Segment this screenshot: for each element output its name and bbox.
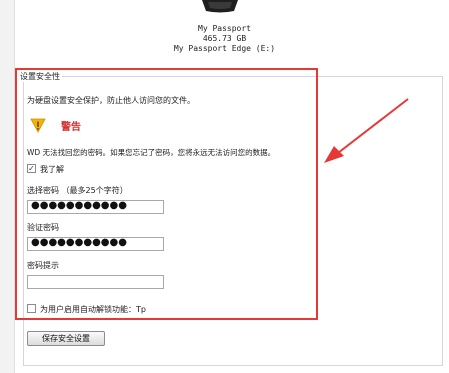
device-info: My Passport 465.73 GB My Passport Edge (…: [0, 24, 449, 54]
device-name: My Passport: [198, 24, 251, 33]
window-left-edge: [0, 0, 15, 373]
device-capacity: 465.73 GB: [202, 34, 247, 43]
hard-drive-icon: [202, 0, 238, 13]
highlight-box: [15, 68, 318, 320]
save-security-settings-button[interactable]: 保存安全设置: [27, 331, 105, 346]
device-volume: My Passport Edge (E:): [173, 44, 276, 53]
